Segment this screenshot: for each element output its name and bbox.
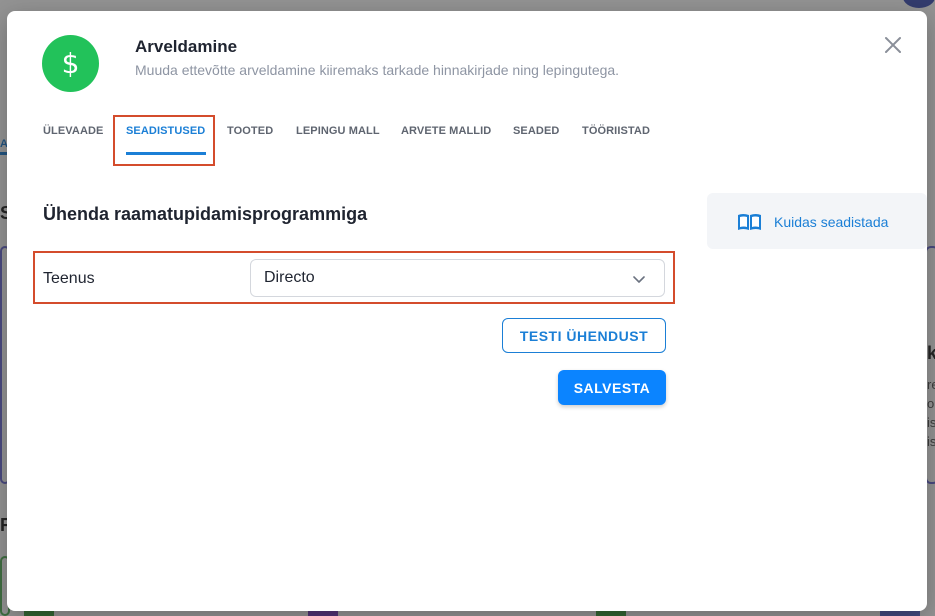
- test-connection-button[interactable]: TESTI ÜHENDUST: [502, 318, 666, 353]
- service-label: Teenus: [43, 270, 95, 287]
- service-select-value: Directo: [264, 269, 315, 286]
- modal-header: $ Arveldamine Muuda ettevõtte arveldamin…: [42, 35, 619, 92]
- highlight-box-tab: [113, 115, 215, 166]
- tab-tooted[interactable]: TOOTED: [227, 125, 273, 155]
- tab-lepingu-mall[interactable]: LEPINGU MALL: [296, 125, 380, 155]
- help-label: Kuidas seadistada: [774, 214, 889, 230]
- dollar-icon: $: [42, 35, 99, 92]
- modal-subtitle: Muuda ettevõtte arveldamine kiiremaks ta…: [135, 62, 620, 78]
- section-title: Ühenda raamatupidamisprogrammiga: [43, 204, 368, 224]
- tab-label: ÜLEVAADE: [43, 125, 104, 137]
- tab-label: SEADED: [513, 125, 560, 137]
- dollar-glyph: $: [61, 47, 80, 80]
- tab-arvete-mallid[interactable]: ARVETE MALLID: [401, 125, 491, 155]
- tab-label: TOOTED: [227, 125, 274, 137]
- tab-tooriistad[interactable]: TÖÖRIISTAD: [582, 125, 650, 155]
- billing-modal: $ Arveldamine Muuda ettevõtte arveldamin…: [7, 11, 927, 611]
- book-icon: [738, 214, 761, 230]
- tab-label: LEPINGU MALL: [296, 125, 380, 137]
- help-setup-link[interactable]: Kuidas seadistada: [707, 193, 927, 249]
- tab-ulevaade[interactable]: ÜLEVAADE: [43, 125, 104, 155]
- modal-title: Arveldamine: [135, 37, 238, 56]
- service-select[interactable]: Directo: [250, 259, 665, 297]
- tab-label: ARVETE MALLID: [401, 125, 492, 137]
- save-button[interactable]: SALVESTA: [558, 370, 666, 405]
- close-icon: [885, 37, 901, 53]
- tab-label: TÖÖRIISTAD: [582, 125, 651, 137]
- close-button[interactable]: [883, 35, 903, 55]
- tab-seaded[interactable]: SEADED: [513, 125, 559, 155]
- chevron-down-icon: [633, 276, 645, 283]
- header-text: Arveldamine Muuda ettevõtte arveldamine …: [135, 37, 735, 78]
